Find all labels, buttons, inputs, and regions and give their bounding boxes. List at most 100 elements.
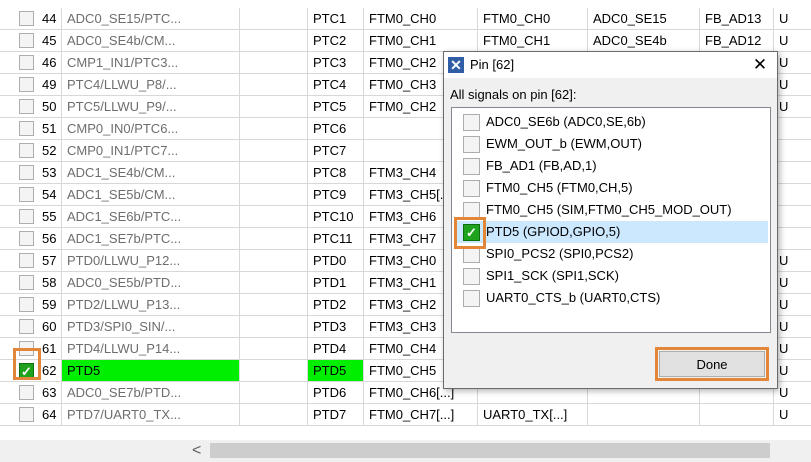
pin-name: PTD3/SPI0_SIN/... <box>62 316 240 338</box>
signal-checkbox[interactable] <box>463 180 480 197</box>
pin-number: 49 <box>38 74 62 96</box>
row-checkbox[interactable] <box>19 231 34 246</box>
blank-cell <box>240 404 308 426</box>
table-row[interactable]: 44 ADC0_SE15/PTC... PTC1 FTM0_CH0 FTM0_CH0 AD… <box>0 8 811 30</box>
dialog-title: Pin [62] <box>470 57 515 72</box>
function-cell: ADC0_SE4b <box>588 30 700 52</box>
blank-cell <box>240 74 308 96</box>
pin-port: PTD3 <box>308 316 364 338</box>
function-cell: U <box>774 8 811 30</box>
signal-item[interactable]: SPI1_SCK (SPI1,SCK) <box>456 265 768 287</box>
pin-name: PTD7/UART0_TX... <box>62 404 240 426</box>
row-checkbox[interactable] <box>19 407 34 422</box>
blank-cell <box>240 316 308 338</box>
pin-port: PTC4 <box>308 74 364 96</box>
signal-item[interactable]: ADC0_SE6b (ADC0,SE,6b) <box>456 111 768 133</box>
row-checkbox[interactable] <box>19 385 34 400</box>
pin-name: PTC5/LLWU_P9/... <box>62 96 240 118</box>
pin-dialog: ✕ Pin [62] ✕ All signals on pin [62]: AD… <box>443 51 778 389</box>
signal-label: FTM0_CH5 (SIM,FTM0_CH5_MOD_OUT) <box>486 202 732 217</box>
row-checkbox[interactable] <box>19 209 34 224</box>
signal-item[interactable]: ✓ PTD5 (GPIOD,GPIO,5) <box>456 221 768 243</box>
signal-label: UART0_CTS_b (UART0,CTS) <box>486 290 661 305</box>
horizontal-scrollbar[interactable]: < <box>184 440 811 462</box>
pin-port: PTD1 <box>308 272 364 294</box>
row-checkbox[interactable] <box>19 165 34 180</box>
signals-label: All signals on pin [62]: <box>450 87 577 102</box>
signal-label: SPI0_PCS2 (SPI0,PCS2) <box>486 246 634 261</box>
pin-port: PTC8 <box>308 162 364 184</box>
pin-name: ADC1_SE5b/CM... <box>62 184 240 206</box>
row-checkbox-cell <box>0 228 38 250</box>
row-checkbox-callout <box>13 348 41 380</box>
function-cell: FTM0_CH0 <box>478 8 588 30</box>
pin-port: PTC7 <box>308 140 364 162</box>
blank-cell <box>240 184 308 206</box>
row-checkbox[interactable] <box>19 253 34 268</box>
signal-list[interactable]: ADC0_SE6b (ADC0,SE,6b) EWM_OUT_b (EWM,OUT… <box>451 107 771 333</box>
row-checkbox[interactable] <box>19 143 34 158</box>
pin-number: 60 <box>38 316 62 338</box>
signal-checkbox[interactable] <box>463 136 480 153</box>
row-checkbox[interactable] <box>19 11 34 26</box>
pin-port: PTC6 <box>308 118 364 140</box>
signal-item[interactable]: FB_AD1 (FB,AD,1) <box>456 155 768 177</box>
done-button[interactable]: Done <box>659 351 765 377</box>
pin-number: 64 <box>38 404 62 426</box>
function-cell: FTM0_CH1 <box>364 30 478 52</box>
pin-name: CMP0_IN1/PTC7... <box>62 140 240 162</box>
signal-item[interactable]: FTM0_CH5 (SIM,FTM0_CH5_MOD_OUT) <box>456 199 768 221</box>
close-button[interactable]: ✕ <box>743 52 777 78</box>
row-checkbox-cell <box>0 118 38 140</box>
blank-cell <box>240 272 308 294</box>
scroll-thumb[interactable] <box>210 443 770 458</box>
blank-cell <box>240 206 308 228</box>
table-row[interactable]: 45 ADC0_SE4b/CM... PTC2 FTM0_CH1 FTM0_CH1 ADC… <box>0 30 811 52</box>
pin-number: 61 <box>38 338 62 360</box>
pin-number: 45 <box>38 30 62 52</box>
pin-port: PTC2 <box>308 30 364 52</box>
pin-name: ADC1_SE6b/PTC... <box>62 206 240 228</box>
row-checkbox-cell <box>0 294 38 316</box>
signal-checkbox[interactable] <box>463 158 480 175</box>
function-cell: U <box>774 338 811 360</box>
blank-cell <box>240 360 308 382</box>
pin-name: ADC1_SE7b/PTC... <box>62 228 240 250</box>
row-checkbox-cell <box>0 250 38 272</box>
row-checkbox-cell <box>0 140 38 162</box>
row-checkbox[interactable] <box>19 187 34 202</box>
row-checkbox[interactable] <box>19 55 34 70</box>
pin-name: PTD0/LLWU_P12... <box>62 250 240 272</box>
function-cell <box>774 118 811 140</box>
pin-name: ADC0_SE5b/PTD... <box>62 272 240 294</box>
pin-name: PTD2/LLWU_P13... <box>62 294 240 316</box>
signal-item[interactable]: UART0_CTS_b (UART0,CTS) <box>456 287 768 309</box>
signal-checkbox[interactable] <box>463 114 480 131</box>
row-checkbox[interactable] <box>19 297 34 312</box>
function-cell <box>774 206 811 228</box>
pin-port: PTD6 <box>308 382 364 404</box>
signal-item[interactable]: EWM_OUT_b (EWM,OUT) <box>456 133 768 155</box>
row-checkbox-cell <box>0 184 38 206</box>
row-checkbox[interactable] <box>19 121 34 136</box>
row-checkbox[interactable] <box>19 33 34 48</box>
function-cell: FTM0_CH7[...] <box>364 404 478 426</box>
function-cell: U <box>774 52 811 74</box>
row-checkbox-cell <box>0 316 38 338</box>
row-checkbox-cell <box>0 162 38 184</box>
table-row[interactable]: 64 PTD7/UART0_TX... PTD7 FTM0_CH7[...] UART0… <box>0 404 811 426</box>
blank-cell <box>240 162 308 184</box>
row-checkbox[interactable] <box>19 319 34 334</box>
signal-checkbox[interactable] <box>463 268 480 285</box>
signal-label: FB_AD1 (FB,AD,1) <box>486 158 597 173</box>
pin-port: PTC5 <box>308 96 364 118</box>
signal-checkbox-callout <box>454 217 486 249</box>
signal-item[interactable]: FTM0_CH5 (FTM0,CH,5) <box>456 177 768 199</box>
row-checkbox[interactable] <box>19 77 34 92</box>
function-cell: FTM0_CH1 <box>478 30 588 52</box>
signal-checkbox[interactable] <box>463 290 480 307</box>
signal-item[interactable]: SPI0_PCS2 (SPI0,PCS2) <box>456 243 768 265</box>
row-checkbox[interactable] <box>19 99 34 114</box>
scroll-left-arrow-icon[interactable]: < <box>192 440 201 462</box>
row-checkbox[interactable] <box>19 275 34 290</box>
